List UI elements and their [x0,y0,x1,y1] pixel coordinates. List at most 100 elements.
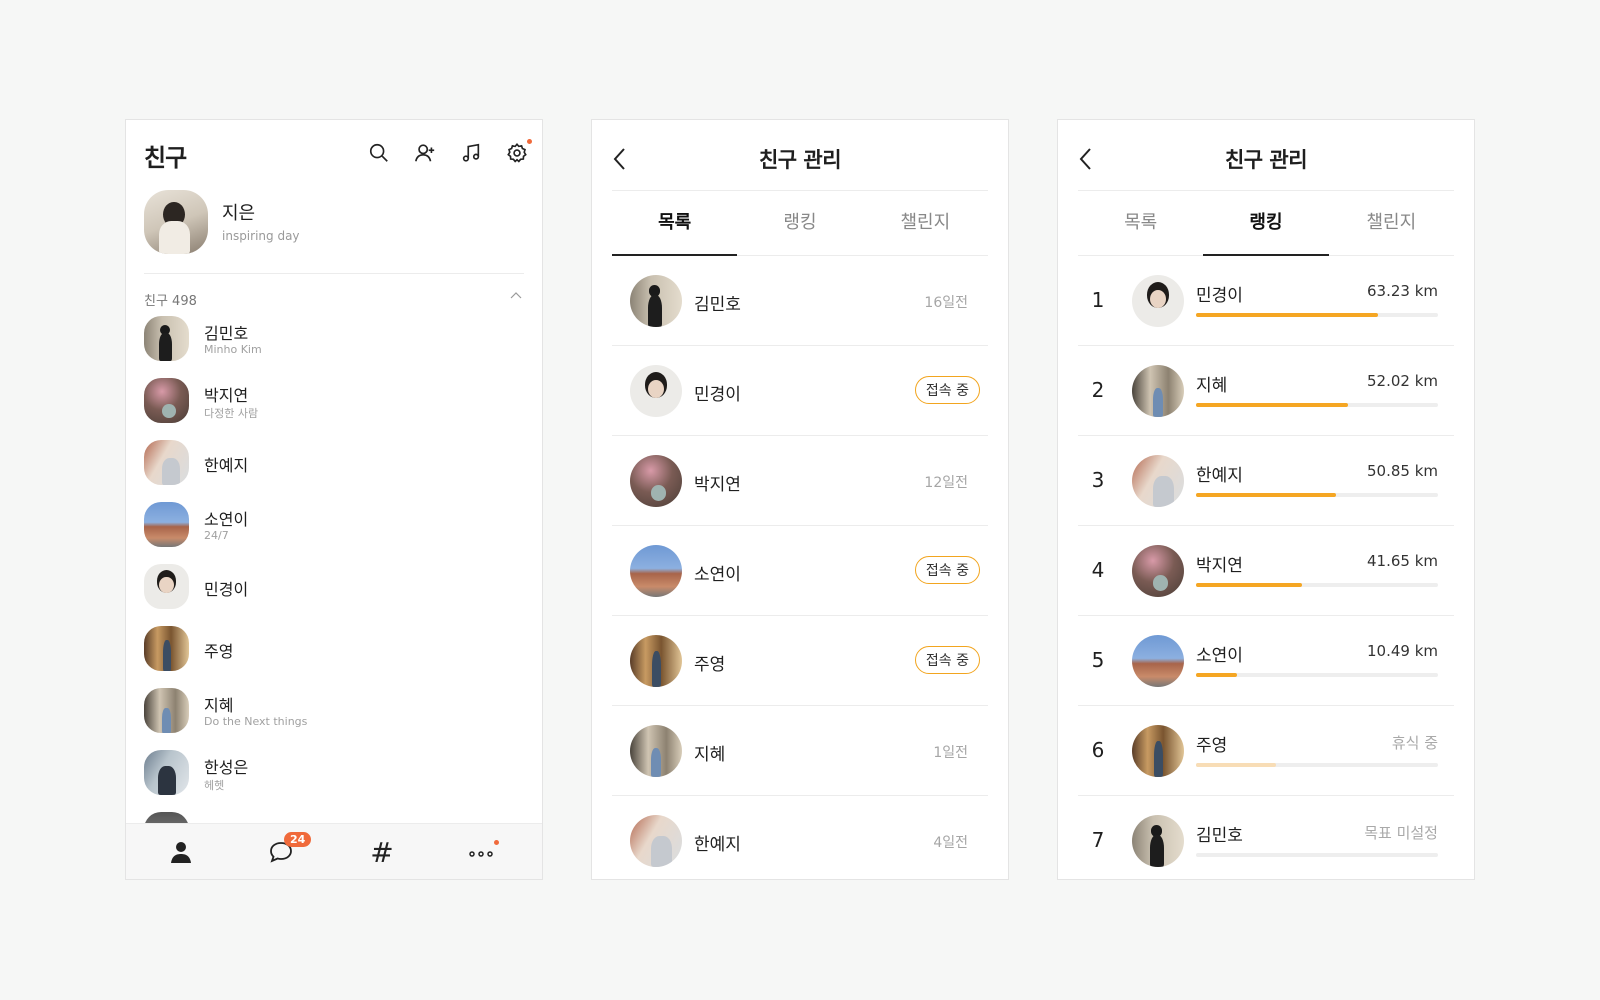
header-icons [368,139,532,164]
friends-tab-icon[interactable] [167,838,197,868]
avatar [1132,815,1184,867]
rank-number: 2 [1091,378,1105,402]
avatar [630,275,682,327]
table-row[interactable]: 1 민경이 63.23 km [1078,256,1454,346]
table-row[interactable]: 김민호 16일전 [612,256,988,346]
music-icon[interactable] [460,142,482,164]
friend-name: 김민호 [694,295,741,315]
my-status: inspiring day [222,229,300,243]
online-badge: 접속 중 [914,646,980,674]
table-row[interactable]: 7 김민호 목표 미설정 [1078,796,1454,879]
friend-name: 박지연 [204,386,249,405]
tab-ranking[interactable]: 랭킹 [737,191,862,255]
avatar [1132,635,1184,687]
list-item[interactable]: 소연이 24/7 [126,502,542,564]
friend-name: 주영 [694,655,726,675]
friend-status: Minho Kim [204,343,262,356]
table-row[interactable]: 지혜 1일전 [612,706,988,796]
table-row[interactable]: 소연이 접속 중 [612,526,988,616]
list-item[interactable]: 박지연 다정한 사람 [126,378,542,440]
list-item[interactable]: 김민호 Minho Kim [126,316,542,378]
page-title: 친구 관리 [1224,148,1308,172]
table-row[interactable]: 6 주영 휴식 중 [1078,706,1454,796]
progress-bar [1196,763,1438,767]
progress-fill [1196,763,1276,767]
tab-bar: 목록 랭킹 챌린지 [612,191,988,256]
progress-bar [1196,673,1438,677]
friend-name: 민경이 [694,385,741,405]
distance-value: 10.49 km [1366,642,1438,660]
avatar [144,564,189,609]
last-seen: 1일전 [933,745,968,761]
tab-challenge[interactable]: 챌린지 [863,191,988,255]
friends-panel: 친구 지은 inspiring day 친구 498 김민호 Minho Kim… [125,119,543,880]
my-name: 지은 [222,203,256,224]
rank-number: 3 [1091,468,1105,492]
progress-bar [1196,403,1438,407]
search-icon[interactable] [368,142,390,164]
avatar [144,502,189,547]
tab-list[interactable]: 목록 [612,191,738,256]
avatar [144,688,189,733]
list-item[interactable]: 민경이 [126,564,542,626]
notification-dot [494,840,499,845]
tab-challenge[interactable]: 챌린지 [1329,191,1454,255]
avatar [630,365,682,417]
table-row[interactable]: 3 한예지 50.85 km [1078,436,1454,526]
tab-ranking[interactable]: 랭킹 [1203,191,1329,256]
page-title: 친구 관리 [758,148,842,172]
friend-status: 다정한 사람 [204,407,259,420]
chat-badge: 24 [284,832,312,847]
avatar [1132,545,1184,597]
progress-bar [1196,853,1438,857]
table-row[interactable]: 민경이 접속 중 [612,346,988,436]
hashtag-tab-icon[interactable]: # [367,838,397,868]
online-badge: 접속 중 [914,556,980,584]
manage-list-panel: 친구 관리 목록 랭킹 챌린지 김민호 16일전 민경이 접속 중 박지연 12… [591,119,1009,880]
status-value: 목표 미설정 [1364,824,1438,842]
add-friend-icon[interactable] [414,142,436,164]
ranking-rows: 1 민경이 63.23 km 2 지혜 52.02 km 3 한예지 50.85… [1078,256,1454,879]
chat-tab-icon[interactable]: 24 [267,832,312,868]
list-item[interactable]: 한성은 헤헷 [126,750,542,812]
table-row[interactable]: 주영 접속 중 [612,616,988,706]
friend-name: 박지연 [1196,556,1243,576]
avatar [630,635,682,687]
chevron-up-icon[interactable] [510,290,522,300]
friend-name: 지혜 [1196,376,1228,396]
avatar [144,626,189,671]
distance-value: 50.85 km [1366,462,1438,480]
settings-icon[interactable] [506,139,532,164]
friend-name: 민경이 [1196,286,1243,306]
friend-name: 박지연 [694,475,741,495]
avatar [1132,275,1184,327]
online-badge: 접속 중 [914,376,980,404]
table-row[interactable]: 한예지 4일전 [612,796,988,879]
friend-status: Do the Next things [204,715,308,728]
table-row[interactable]: 2 지혜 52.02 km [1078,346,1454,436]
table-row[interactable]: 박지연 12일전 [612,436,988,526]
last-seen: 12일전 [924,475,968,491]
avatar [144,378,189,423]
progress-fill [1196,313,1378,317]
distance-value: 41.65 km [1366,552,1438,570]
hashtag-glyph: # [370,836,394,869]
avatar [1132,365,1184,417]
tab-list[interactable]: 목록 [1078,191,1203,255]
list-item[interactable]: 지혜 Do the Next things [126,688,542,750]
list-item[interactable]: 한예지 [126,440,542,502]
friend-status: 24/7 [204,529,229,542]
avatar [1132,725,1184,777]
friend-rows: 김민호 16일전 민경이 접속 중 박지연 12일전 소연이 접속 중 주영 접… [612,256,988,879]
friends-list: 김민호 Minho Kim 박지연 다정한 사람 한예지 소연이 24/7 민경… [126,316,542,874]
list-item[interactable]: 주영 [126,626,542,688]
avatar [1132,455,1184,507]
table-row[interactable]: 5 소연이 10.49 km [1078,616,1454,706]
progress-bar [1196,493,1438,497]
my-avatar[interactable] [144,190,208,254]
notification-dot [527,139,532,144]
more-tab-icon[interactable] [467,838,499,868]
rank-number: 6 [1091,738,1105,762]
last-seen: 4일전 [933,835,968,851]
table-row[interactable]: 4 박지연 41.65 km [1078,526,1454,616]
